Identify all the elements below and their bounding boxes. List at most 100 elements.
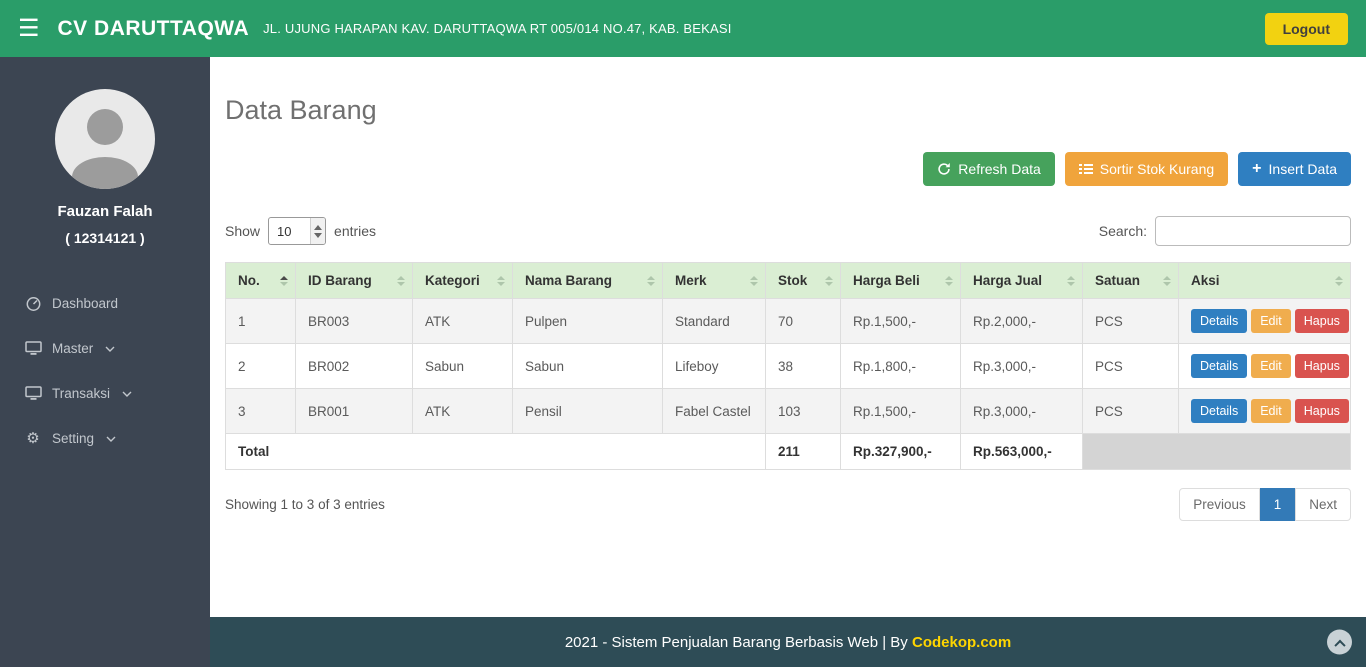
footer-codekop-link[interactable]: Codekop.com xyxy=(912,634,1011,651)
column-header-satuan[interactable]: Satuan xyxy=(1082,262,1179,299)
refresh-icon xyxy=(938,163,951,175)
sidebar-item-master[interactable]: Master xyxy=(0,326,210,371)
cell-no: 2 xyxy=(225,343,296,389)
cell-aksi: Details Edit Hapus xyxy=(1178,298,1351,344)
column-header-aksi[interactable]: Aksi xyxy=(1178,262,1351,299)
avatar-head-shape xyxy=(87,109,123,145)
column-header-harga-beli[interactable]: Harga Beli xyxy=(840,262,961,299)
data-barang-table: No. ID Barang Kategori Nama Barang Merk … xyxy=(225,262,1351,470)
hapus-button[interactable]: Hapus xyxy=(1294,309,1349,333)
sidebar-item-label: Master xyxy=(52,341,94,356)
details-button[interactable]: Details xyxy=(1191,309,1248,333)
edit-button[interactable]: Edit xyxy=(1251,354,1291,378)
chevron-up-icon xyxy=(1333,639,1346,651)
cell-harga-beli: Rp.1,500,- xyxy=(840,388,961,434)
cell-stok: 103 xyxy=(765,388,841,434)
table-row: 2 BR002 Sabun Sabun Lifeboy 38 Rp.1,800,… xyxy=(225,343,1351,389)
brand-subtitle: JL. UJUNG HARAPAN KAV. DARUTTAQWA RT 005… xyxy=(263,21,732,36)
table-row: 3 BR001 ATK Pensil Fabel Castel 103 Rp.1… xyxy=(225,388,1351,434)
column-header-nama-barang[interactable]: Nama Barang xyxy=(512,262,663,299)
chevron-down-icon xyxy=(106,436,116,442)
refresh-data-button[interactable]: Refresh Data xyxy=(923,152,1055,186)
monitor-icon xyxy=(24,341,42,356)
hamburger-menu-icon[interactable]: ☰ xyxy=(18,16,40,41)
insert-data-label: Insert Data xyxy=(1268,161,1337,177)
cell-no: 1 xyxy=(225,298,296,344)
pagination-previous-button[interactable]: Previous xyxy=(1179,488,1260,521)
insert-data-button[interactable]: + Insert Data xyxy=(1238,152,1351,186)
total-harga-beli: Rp.327,900,- xyxy=(840,433,961,470)
cell-id-barang: BR002 xyxy=(295,343,413,389)
plus-icon: + xyxy=(1252,160,1262,177)
sidebar-item-label: Dashboard xyxy=(52,295,119,311)
refresh-data-label: Refresh Data xyxy=(958,161,1041,177)
column-header-no[interactable]: No. xyxy=(225,262,296,299)
sort-icon xyxy=(280,275,288,286)
total-stok: 211 xyxy=(765,433,841,470)
column-header-stok[interactable]: Stok xyxy=(765,262,841,299)
details-button[interactable]: Details xyxy=(1191,399,1248,423)
cell-harga-beli: Rp.1,500,- xyxy=(840,298,961,344)
sidebar-item-label: Transaksi xyxy=(52,386,111,401)
details-button[interactable]: Details xyxy=(1191,354,1248,378)
cell-kategori: Sabun xyxy=(412,343,513,389)
cell-id-barang: BR003 xyxy=(295,298,413,344)
column-header-id-barang[interactable]: ID Barang xyxy=(295,262,413,299)
user-id: ( 12314121 ) xyxy=(65,230,145,246)
table-row: 1 BR003 ATK Pulpen Standard 70 Rp.1,500,… xyxy=(225,298,1351,344)
footer-text: 2021 - Sistem Penjualan Barang Berbasis … xyxy=(565,634,1011,651)
cell-satuan: PCS xyxy=(1082,343,1179,389)
brand-title: CV DARUTTAQWA xyxy=(57,16,250,40)
monitor-icon xyxy=(24,386,42,401)
sortir-stok-label: Sortir Stok Kurang xyxy=(1099,161,1215,177)
sidebar-item-label: Setting xyxy=(52,431,95,446)
page-length-select[interactable]: 10 xyxy=(268,217,327,245)
total-empty-cell xyxy=(1082,433,1351,470)
cell-no: 3 xyxy=(225,388,296,434)
top-navbar: ☰ CV DARUTTAQWA JL. UJUNG HARAPAN KAV. D… xyxy=(0,0,1366,57)
sidebar-menu: Dashboard Master Transaksi ⚙ Setting xyxy=(0,280,210,461)
cell-kategori: ATK xyxy=(412,298,513,344)
sort-icon xyxy=(1163,275,1171,286)
cell-nama-barang: Sabun xyxy=(512,343,663,389)
cell-nama-barang: Pensil xyxy=(512,388,663,434)
cell-stok: 70 xyxy=(765,298,841,344)
cell-satuan: PCS xyxy=(1082,388,1179,434)
sidebar-item-transaksi[interactable]: Transaksi xyxy=(0,371,210,416)
list-icon xyxy=(1078,164,1093,174)
column-header-harga-jual[interactable]: Harga Jual xyxy=(960,262,1083,299)
sidebar-item-dashboard[interactable]: Dashboard xyxy=(0,280,210,326)
pagination-page-1-button[interactable]: 1 xyxy=(1259,488,1296,521)
cell-kategori: ATK xyxy=(412,388,513,434)
sort-icon xyxy=(397,275,405,286)
logout-button[interactable]: Logout xyxy=(1264,12,1348,45)
sidebar-item-setting[interactable]: ⚙ Setting xyxy=(0,416,210,461)
sort-icon xyxy=(1335,275,1343,286)
edit-button[interactable]: Edit xyxy=(1251,399,1291,423)
sort-icon xyxy=(497,275,505,286)
show-label: Show xyxy=(225,223,261,239)
sort-icon xyxy=(1067,275,1075,286)
cell-id-barang: BR001 xyxy=(295,388,413,434)
edit-button[interactable]: Edit xyxy=(1251,309,1291,333)
cell-merk: Standard xyxy=(662,298,766,344)
hapus-button[interactable]: Hapus xyxy=(1294,399,1349,423)
table-header-row: No. ID Barang Kategori Nama Barang Merk … xyxy=(225,262,1351,299)
column-header-merk[interactable]: Merk xyxy=(662,262,766,299)
pagination-next-button[interactable]: Next xyxy=(1295,488,1351,521)
hapus-button[interactable]: Hapus xyxy=(1294,354,1349,378)
column-header-kategori[interactable]: Kategori xyxy=(412,262,513,299)
scroll-to-top-button[interactable] xyxy=(1327,629,1352,655)
cell-satuan: PCS xyxy=(1082,298,1179,344)
cell-harga-beli: Rp.1,800,- xyxy=(840,343,961,389)
cell-harga-jual: Rp.2,000,- xyxy=(960,298,1083,344)
search-input[interactable] xyxy=(1155,216,1351,246)
pagination: Previous 1 Next xyxy=(1179,488,1351,521)
sort-icon xyxy=(647,275,655,286)
cell-harga-jual: Rp.3,000,- xyxy=(960,388,1083,434)
sort-icon xyxy=(750,275,758,286)
user-name: Fauzan Falah xyxy=(57,203,153,220)
sortir-stok-button[interactable]: Sortir Stok Kurang xyxy=(1064,152,1229,186)
main-content: Data Barang Refresh Data Sortir Stok Kur… xyxy=(210,57,1366,617)
search-control: Search: xyxy=(1099,216,1351,246)
